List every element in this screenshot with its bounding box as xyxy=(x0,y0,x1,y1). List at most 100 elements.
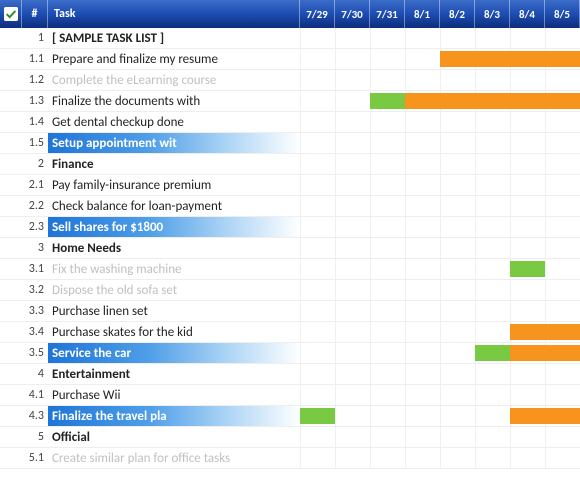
row-task-label[interactable]: Entertainment xyxy=(48,364,300,384)
gantt-cell xyxy=(370,343,405,363)
row-task-label[interactable]: Sell shares for $1800 xyxy=(48,217,300,237)
gantt-bar[interactable] xyxy=(510,261,545,277)
row-check-cell[interactable] xyxy=(0,406,22,426)
header-date-2[interactable]: 7/31 xyxy=(370,0,405,28)
gantt-bar[interactable] xyxy=(440,51,580,67)
gantt-cell xyxy=(440,322,475,342)
row-task-label[interactable]: Service the car xyxy=(48,343,300,363)
task-row[interactable]: 2.3Sell shares for $1800 xyxy=(0,217,580,238)
row-number: 3.5 xyxy=(22,343,48,363)
row-task-label[interactable]: [ SAMPLE TASK LIST ] xyxy=(48,28,300,48)
header-date-3[interactable]: 8/1 xyxy=(405,0,440,28)
row-task-label[interactable]: Prepare and finalize my resume xyxy=(48,49,300,69)
gantt-bar[interactable] xyxy=(510,408,580,424)
task-row[interactable]: 4.1Purchase Wii xyxy=(0,385,580,406)
task-row[interactable]: 1.4Get dental checkup done xyxy=(0,112,580,133)
header-date-6[interactable]: 8/4 xyxy=(510,0,545,28)
row-task-label[interactable]: Finalize the documents with xyxy=(48,91,300,111)
task-row[interactable]: 1.3Finalize the documents with xyxy=(0,91,580,112)
row-check-cell[interactable] xyxy=(0,259,22,279)
row-task-label[interactable]: Finance xyxy=(48,154,300,174)
header-date-5[interactable]: 8/3 xyxy=(475,0,510,28)
gantt-cell xyxy=(370,301,405,321)
row-task-label[interactable]: Fix the washing machine xyxy=(48,259,300,279)
row-task-label[interactable]: Purchase skates for the kid xyxy=(48,322,300,342)
gantt-cell xyxy=(300,364,335,384)
row-check-cell[interactable] xyxy=(0,133,22,153)
task-row[interactable]: 3.4Purchase skates for the kid xyxy=(0,322,580,343)
gantt-row xyxy=(300,406,580,426)
gantt-cell xyxy=(335,301,370,321)
row-task-label[interactable]: Create similar plan for office tasks xyxy=(48,448,300,468)
task-row[interactable]: 3.2Dispose the old sofa set xyxy=(0,280,580,301)
row-check-cell[interactable] xyxy=(0,28,22,48)
row-task-label[interactable]: Purchase linen set xyxy=(48,301,300,321)
task-row[interactable]: 5Official xyxy=(0,427,580,448)
row-check-cell[interactable] xyxy=(0,175,22,195)
task-row[interactable]: 2.2Check balance for loan-payment xyxy=(0,196,580,217)
header-date-7[interactable]: 8/5 xyxy=(545,0,580,28)
task-row[interactable]: 3.3Purchase linen set xyxy=(0,301,580,322)
gantt-cell xyxy=(510,238,545,258)
gantt-bar[interactable] xyxy=(300,408,335,424)
row-task-label[interactable]: Official xyxy=(48,427,300,447)
row-check-cell[interactable] xyxy=(0,91,22,111)
task-row[interactable]: 4.3Finalize the travel pla xyxy=(0,406,580,427)
row-task-label[interactable]: Get dental checkup done xyxy=(48,112,300,132)
row-task-label[interactable]: Setup appointment wit xyxy=(48,133,300,153)
row-check-cell[interactable] xyxy=(0,427,22,447)
task-row[interactable]: 1[ SAMPLE TASK LIST ] xyxy=(0,28,580,49)
gantt-bar[interactable] xyxy=(405,93,580,109)
row-check-cell[interactable] xyxy=(0,196,22,216)
header-check-col[interactable] xyxy=(0,0,22,28)
row-check-cell[interactable] xyxy=(0,112,22,132)
header-date-1[interactable]: 7/30 xyxy=(335,0,370,28)
gantt-row xyxy=(300,154,580,174)
task-row[interactable]: 3.1Fix the washing machine xyxy=(0,259,580,280)
row-check-cell[interactable] xyxy=(0,364,22,384)
row-task-label[interactable]: Pay family-insurance premium xyxy=(48,175,300,195)
header-task-col[interactable]: Task xyxy=(48,0,300,28)
row-task-label[interactable]: Complete the eLearning course xyxy=(48,70,300,90)
task-row[interactable]: 2Finance xyxy=(0,154,580,175)
row-check-cell[interactable] xyxy=(0,154,22,174)
gantt-bar[interactable] xyxy=(510,345,580,361)
gantt-cell xyxy=(510,280,545,300)
gantt-cell xyxy=(440,217,475,237)
task-row[interactable]: 2.1Pay family-insurance premium xyxy=(0,175,580,196)
row-check-cell[interactable] xyxy=(0,301,22,321)
header-date-0[interactable]: 7/29 xyxy=(300,0,335,28)
task-row[interactable]: 1.2Complete the eLearning course xyxy=(0,70,580,91)
gantt-cell xyxy=(545,364,580,384)
row-task-label[interactable]: Check balance for loan-payment xyxy=(48,196,300,216)
gantt-bar[interactable] xyxy=(370,93,405,109)
header-date-4[interactable]: 8/2 xyxy=(440,0,475,28)
task-row[interactable]: 3Home Needs xyxy=(0,238,580,259)
gantt-cell xyxy=(335,70,370,90)
row-task-label[interactable]: Finalize the travel pla xyxy=(48,406,300,426)
gantt-bar[interactable] xyxy=(475,345,510,361)
task-row[interactable]: 3.5Service the car xyxy=(0,343,580,364)
row-check-cell[interactable] xyxy=(0,70,22,90)
row-check-cell[interactable] xyxy=(0,385,22,405)
row-check-cell[interactable] xyxy=(0,343,22,363)
row-check-cell[interactable] xyxy=(0,448,22,468)
task-row[interactable]: 5.1Create similar plan for office tasks xyxy=(0,448,580,469)
task-row[interactable]: 4Entertainment xyxy=(0,364,580,385)
gantt-cell xyxy=(300,385,335,405)
row-check-cell[interactable] xyxy=(0,280,22,300)
row-check-cell[interactable] xyxy=(0,49,22,69)
row-task-label[interactable]: Purchase Wii xyxy=(48,385,300,405)
header-number-col[interactable]: # xyxy=(22,0,48,28)
gantt-cell xyxy=(370,28,405,48)
task-row[interactable]: 1.5Setup appointment wit xyxy=(0,133,580,154)
row-check-cell[interactable] xyxy=(0,238,22,258)
gantt-bar[interactable] xyxy=(510,324,580,340)
task-row[interactable]: 1.1Prepare and finalize my resume xyxy=(0,49,580,70)
row-check-cell[interactable] xyxy=(0,322,22,342)
row-task-label[interactable]: Home Needs xyxy=(48,238,300,258)
row-task-label[interactable]: Dispose the old sofa set xyxy=(48,280,300,300)
gantt-row xyxy=(300,280,580,300)
header-row: # Task 7/29 7/30 7/31 8/1 8/2 8/3 8/4 8/… xyxy=(0,0,580,28)
row-check-cell[interactable] xyxy=(0,217,22,237)
